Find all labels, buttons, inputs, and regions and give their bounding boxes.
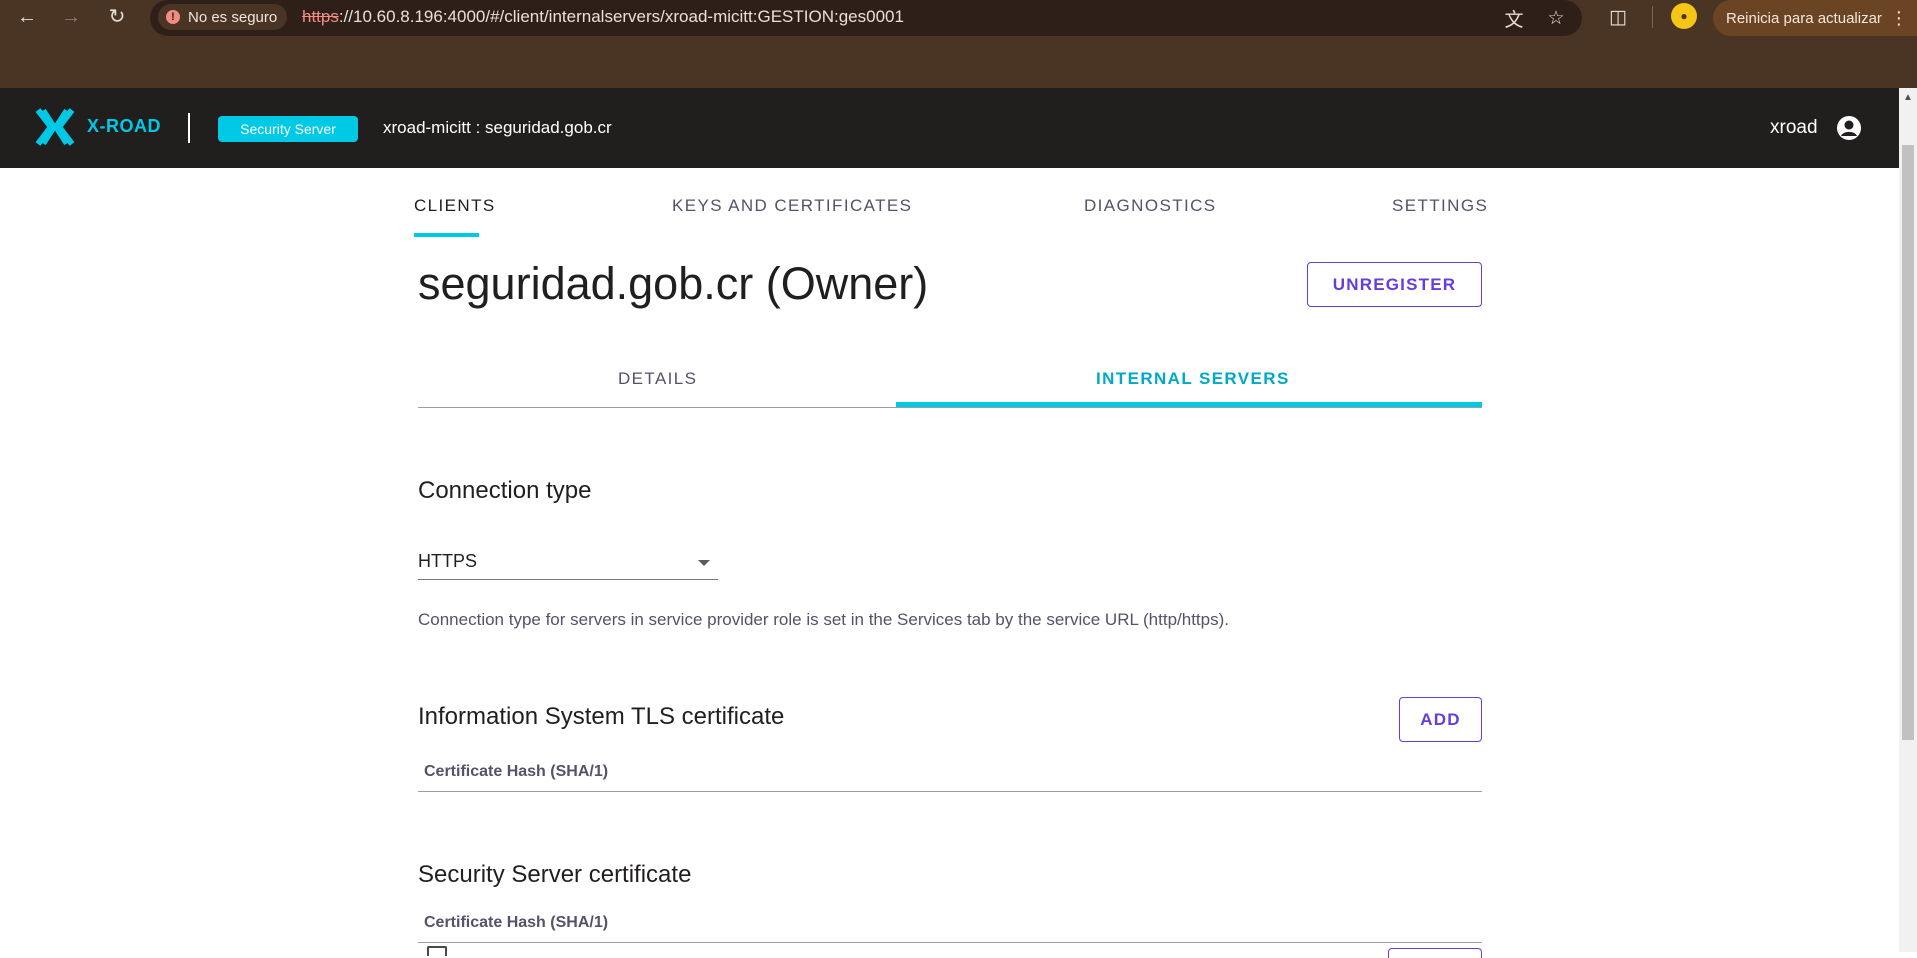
tls-certificate-table-header: Certificate Hash (SHA/1) bbox=[418, 754, 1482, 792]
active-sub-tab-indicator bbox=[896, 402, 1482, 407]
tab-details[interactable]: DETAILS bbox=[618, 369, 697, 389]
forward-arrow-icon[interactable]: → bbox=[56, 2, 86, 32]
row-checkbox[interactable] bbox=[427, 946, 447, 956]
url-text[interactable]: https://10.60.8.196:4000/#/client/intern… bbox=[302, 7, 904, 27]
url-scheme: https bbox=[302, 7, 339, 26]
security-label: No es seguro bbox=[188, 8, 278, 26]
tab-diagnostics[interactable]: DIAGNOSTICS bbox=[1084, 196, 1217, 216]
add-tls-certificate-button[interactable]: ADD bbox=[1399, 697, 1482, 742]
username[interactable]: xroad bbox=[1770, 117, 1818, 139]
tls-certificate-heading: Information System TLS certificate bbox=[418, 703, 785, 730]
toolbar-divider bbox=[1652, 6, 1653, 28]
security-indicator[interactable]: ! No es seguro bbox=[158, 4, 288, 30]
connection-type-heading: Connection type bbox=[418, 477, 592, 504]
kebab-menu-icon: ⋮ bbox=[1889, 7, 1908, 28]
connection-type-select[interactable]: HTTPS bbox=[418, 546, 718, 580]
star-icon[interactable]: ☆ bbox=[1542, 4, 1570, 32]
security-server-certificate-heading: Security Server certificate bbox=[418, 861, 692, 888]
address-bar[interactable]: ! No es seguro https://10.60.8.196:4000/… bbox=[150, 0, 1582, 36]
sub-tabs-divider bbox=[418, 407, 1482, 408]
connection-type-helper: Connection type for servers in service p… bbox=[418, 610, 1229, 629]
app-header: X-ROAD Security Server xroad-micitt : se… bbox=[0, 88, 1899, 168]
certificate-hash-column: Certificate Hash (SHA/1) bbox=[424, 763, 609, 780]
profile-avatar-icon[interactable]: ● bbox=[1671, 3, 1697, 29]
active-tab-indicator bbox=[414, 233, 479, 237]
update-button[interactable]: Reinicia para actualizar ⋮ bbox=[1713, 0, 1917, 36]
row-action-button[interactable] bbox=[1388, 948, 1482, 958]
translate-icon[interactable]: 文 bbox=[1500, 4, 1528, 32]
unregister-button[interactable]: UNREGISTER bbox=[1307, 262, 1482, 307]
account-circle-icon[interactable] bbox=[1836, 115, 1862, 141]
warning-icon: ! bbox=[166, 10, 180, 24]
reload-icon[interactable]: ↻ bbox=[102, 2, 132, 32]
scroll-up-arrow-icon[interactable]: ▲ bbox=[1899, 88, 1917, 106]
connection-type-value: HTTPS bbox=[418, 551, 478, 571]
page-title: seguridad.gob.cr (Owner) bbox=[418, 258, 929, 309]
xroad-logo-icon[interactable] bbox=[34, 106, 76, 148]
tab-keys-and-certificates[interactable]: KEYS AND CERTIFICATES bbox=[672, 196, 912, 216]
logo-text[interactable]: X-ROAD bbox=[87, 116, 161, 137]
browser-toolbar: ← → ↻ ! No es seguro https://10.60.8.196… bbox=[0, 0, 1917, 88]
tab-settings[interactable]: SETTINGS bbox=[1392, 196, 1488, 216]
security-server-certificate-table-header: Certificate Hash (SHA/1) bbox=[418, 905, 1482, 943]
update-label: Reinicia para actualizar bbox=[1726, 9, 1882, 27]
url-path: ://10.60.8.196:4000/#/client/internalser… bbox=[338, 7, 904, 26]
certificate-hash-column: Certificate Hash (SHA/1) bbox=[424, 914, 609, 931]
scrollbar-thumb[interactable] bbox=[1902, 145, 1914, 740]
header-divider bbox=[188, 113, 190, 143]
server-name: xroad-micitt : seguridad.gob.cr bbox=[383, 118, 612, 137]
chevron-down-icon bbox=[698, 560, 710, 566]
server-type-badge: Security Server bbox=[218, 116, 358, 142]
tab-clients[interactable]: CLIENTS bbox=[414, 196, 496, 216]
tab-internal-servers[interactable]: INTERNAL SERVERS bbox=[1096, 369, 1290, 389]
back-arrow-icon[interactable]: ← bbox=[12, 2, 42, 32]
puzzle-icon[interactable]: ◫ bbox=[1604, 3, 1632, 31]
